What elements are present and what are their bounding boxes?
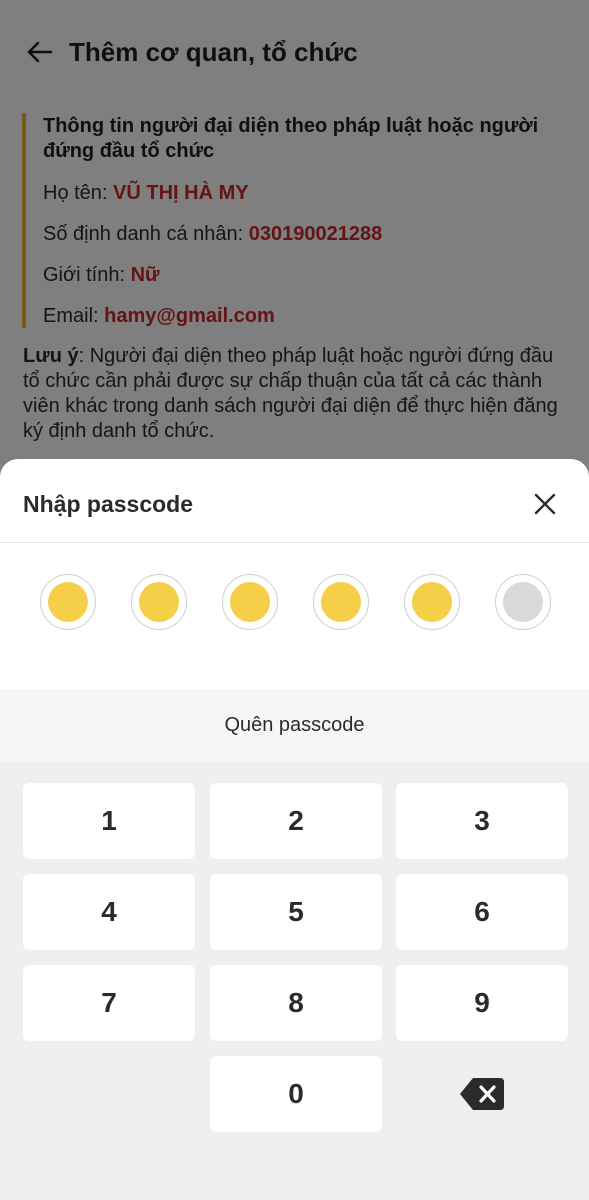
key-2[interactable]: 2 [210,783,382,859]
backspace-button[interactable] [396,1056,568,1132]
passcode-dot-filled [131,574,187,630]
close-button[interactable] [526,485,564,523]
passcode-dot-fill [321,582,361,622]
passcode-dot-empty [495,574,551,630]
passcode-dot-filled [40,574,96,630]
key-1[interactable]: 1 [23,783,195,859]
passcode-dot-filled [222,574,278,630]
passcode-dot-fill [412,582,452,622]
passcode-dot-fill [139,582,179,622]
key-3[interactable]: 3 [396,783,568,859]
numeric-keypad: 123 456 7890 [0,761,589,1200]
sheet-header: Nhập passcode [0,459,589,543]
passcode-dot-fill [503,582,543,622]
key-4[interactable]: 4 [23,874,195,950]
sheet-title: Nhập passcode [23,491,193,517]
close-icon [534,493,556,515]
key-6[interactable]: 6 [396,874,568,950]
key-9[interactable]: 9 [396,965,568,1041]
passcode-dot-filled [313,574,369,630]
key-0[interactable]: 0 [210,1056,382,1132]
passcode-sheet: Nhập passcode Quên passcode 123 456 7890 [0,459,589,1200]
passcode-dot-filled [404,574,460,630]
passcode-dots [0,574,589,630]
key-8[interactable]: 8 [210,965,382,1041]
passcode-dot-fill [48,582,88,622]
key-5[interactable]: 5 [210,874,382,950]
passcode-dot-fill [230,582,270,622]
key-7[interactable]: 7 [23,965,195,1041]
forgot-passcode-button[interactable]: Quên passcode [0,689,589,761]
backspace-icon [460,1078,504,1110]
